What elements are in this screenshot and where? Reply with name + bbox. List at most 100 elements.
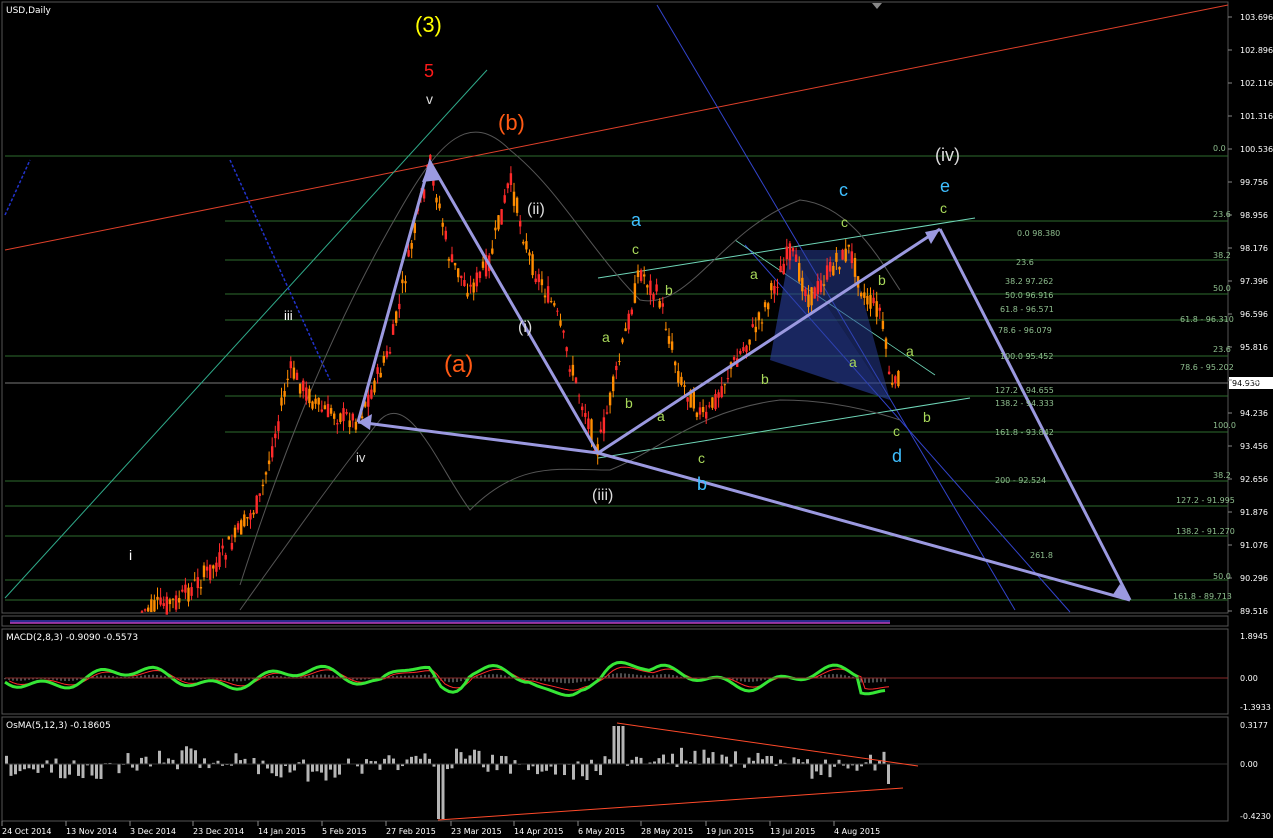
candle-body xyxy=(807,294,810,308)
osma-bar xyxy=(792,757,796,764)
candle-body xyxy=(661,303,664,307)
candle-body xyxy=(153,600,156,612)
osma-bar xyxy=(770,756,773,764)
osma-bar xyxy=(581,764,584,777)
osma-bar xyxy=(167,758,170,764)
candle-body xyxy=(732,357,736,360)
candle-body xyxy=(447,258,451,261)
osma-bar xyxy=(293,764,296,771)
osma-bar xyxy=(446,764,449,770)
osma-bar xyxy=(144,756,148,764)
osma-bar xyxy=(311,764,314,772)
candle-body xyxy=(670,341,674,350)
candle-body xyxy=(621,338,624,343)
candle-body xyxy=(308,388,311,404)
fib-label: 200 - 92.524 xyxy=(995,476,1046,485)
candle-body xyxy=(577,395,581,397)
candle-body xyxy=(174,595,178,610)
osma-bar xyxy=(234,753,238,764)
candle-body xyxy=(751,324,754,327)
osma-bar xyxy=(828,764,832,778)
candle-body xyxy=(537,274,540,283)
candle-body xyxy=(810,287,813,306)
candle-body xyxy=(658,301,661,308)
osma-bar xyxy=(495,764,499,771)
osma-bar xyxy=(810,764,814,779)
osma-tick: 0.00 xyxy=(1240,760,1258,769)
osma-bar xyxy=(378,764,382,770)
osma-bar xyxy=(815,764,818,772)
candle-body xyxy=(497,215,500,230)
wave-g-a5: a xyxy=(906,343,914,359)
candle-body xyxy=(404,281,407,284)
candle-body xyxy=(838,267,841,270)
candle-body xyxy=(556,310,559,312)
macd-tick: 0.00 xyxy=(1240,674,1258,683)
wave-g-b2: b xyxy=(625,395,633,411)
wave-g-c5: c xyxy=(940,200,947,216)
candle-body xyxy=(478,271,482,279)
osma-bar xyxy=(473,749,476,764)
osma-bar xyxy=(464,758,467,764)
osma-bar xyxy=(252,757,256,764)
osma-bar xyxy=(9,764,13,776)
arrowheads xyxy=(358,162,1130,600)
date-tick: 24 Oct 2014 xyxy=(2,827,51,836)
osma-bar xyxy=(846,764,850,769)
wave-g-b1: b xyxy=(665,282,673,298)
candle-body xyxy=(410,242,413,249)
osma-histogram xyxy=(5,726,1228,819)
candle-body xyxy=(522,241,525,244)
candle-body xyxy=(553,303,556,306)
candle-body xyxy=(292,367,296,379)
fib-label: 38.2 xyxy=(1213,251,1231,260)
candle-body xyxy=(171,598,175,600)
candle-body xyxy=(295,372,299,380)
candle-body xyxy=(466,292,469,297)
candle-body xyxy=(853,257,857,277)
osma-bar xyxy=(68,764,71,775)
fib-label: 23.6 xyxy=(1213,210,1231,219)
osma-bar xyxy=(405,759,409,764)
chart-scroll-marker[interactable] xyxy=(872,3,882,9)
candle-body xyxy=(646,285,649,288)
price-tick: 100.536 xyxy=(1240,145,1273,154)
osma-bar xyxy=(594,764,598,772)
candle-body xyxy=(351,413,354,421)
osma-bar xyxy=(414,755,418,764)
wave-g-a1: a xyxy=(602,329,610,345)
candle-body xyxy=(698,407,702,415)
wave-blue-a: a xyxy=(631,210,642,230)
candle-body xyxy=(894,376,897,384)
osma-bar xyxy=(621,726,625,764)
osma-bar xyxy=(423,753,427,764)
candle-body xyxy=(875,301,878,317)
osma-bar xyxy=(509,764,512,774)
osma-bar xyxy=(72,760,76,764)
price-tick: 91.876 xyxy=(1240,508,1268,517)
price-tick: 99.756 xyxy=(1240,178,1268,187)
osma-bar xyxy=(14,764,17,775)
osma-bar xyxy=(410,756,413,764)
candle-body xyxy=(624,328,627,332)
fib-label: 138.2 - 91.270 xyxy=(1176,527,1235,536)
wave-g-c1: c xyxy=(632,241,639,257)
candle-body xyxy=(187,587,190,602)
date-tick: 28 May 2015 xyxy=(641,827,693,836)
osma-bar xyxy=(158,750,161,764)
candle-body xyxy=(677,371,680,383)
osma-bar xyxy=(603,756,607,764)
osma-bar xyxy=(180,750,184,764)
price-tick: 97.396 xyxy=(1240,277,1268,286)
candle-body xyxy=(884,338,888,349)
candle-body xyxy=(453,262,457,266)
candle-body xyxy=(680,376,683,385)
wave-v: v xyxy=(426,91,433,107)
osma-bar xyxy=(203,758,206,764)
osma-bar xyxy=(338,764,341,775)
candle-body xyxy=(193,579,196,581)
candle-body xyxy=(568,369,571,372)
osma-bar xyxy=(77,764,80,776)
osma-bar xyxy=(756,752,760,764)
fib-label: 23.6 xyxy=(1016,258,1034,267)
